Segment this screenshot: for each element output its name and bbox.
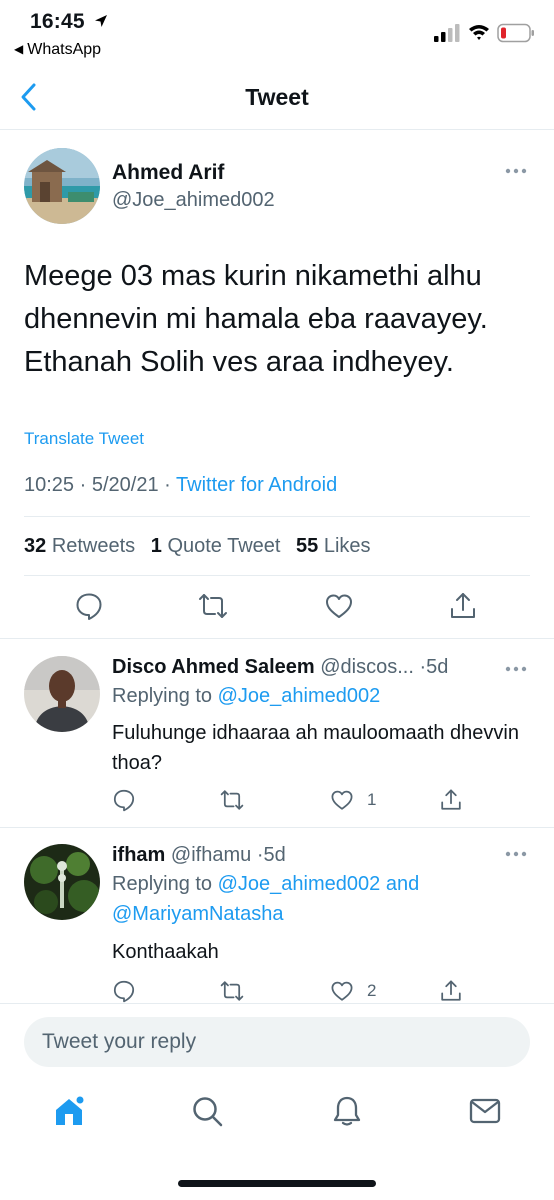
reply-bar — [0, 1003, 554, 1078]
retweet-icon[interactable] — [220, 788, 244, 812]
divider — [24, 516, 530, 517]
reply-icon[interactable] — [74, 591, 104, 621]
share-icon[interactable] — [439, 788, 463, 812]
author-name[interactable]: Ahmed Arif — [112, 161, 224, 185]
search-icon[interactable] — [190, 1094, 224, 1128]
author-handle[interactable]: @Joe_ahimed002 — [112, 189, 275, 212]
more-options-icon[interactable] — [505, 665, 527, 673]
replying-to-label: Replying to — [112, 873, 213, 895]
reply-icon[interactable] — [112, 979, 136, 1003]
home-indicator — [178, 1180, 376, 1187]
tweet-stats: 32 Retweets 1 Quote Tweet 55 Likes — [24, 535, 371, 558]
page-title: Tweet — [245, 84, 309, 110]
replying-to-line: Replying to @Joe_ahimed002 and — [112, 873, 419, 896]
replying-to-label: Replying to — [112, 685, 213, 707]
reply-author-name[interactable]: Disco Ahmed Saleem — [112, 656, 315, 678]
quotes-label: Quote Tweet — [167, 535, 281, 557]
avatar-plant-image — [24, 844, 100, 920]
reply-text: Fuluhunge idhaaraa ah mauloomaath dhevvi… — [112, 722, 519, 774]
replying-to-line: Replying to @Joe_ahimed002 — [112, 685, 380, 708]
reply-like-count: 2 — [367, 981, 377, 1000]
retweets-stat[interactable]: 32 Retweets — [24, 535, 135, 557]
back-to-app-link[interactable]: ◀ WhatsApp — [14, 41, 101, 59]
quotes-stat[interactable]: 1 Quote Tweet — [151, 535, 281, 557]
home-icon[interactable] — [52, 1094, 86, 1128]
bottom-tab-bar — [0, 1078, 554, 1148]
reply-author-handle[interactable]: @ifhamu — [171, 844, 251, 866]
more-options-icon[interactable] — [505, 167, 527, 175]
meta-separator: · — [164, 474, 171, 496]
replying-to-link[interactable]: @Joe_ahimed002 and — [218, 873, 420, 895]
reply-actions: 2 — [0, 979, 554, 1005]
likes-label: Likes — [323, 535, 371, 557]
status-time: 16:45 — [30, 10, 85, 33]
tweet-date: 5/20/21 — [91, 474, 159, 496]
avatar-beach-hut-image — [24, 148, 100, 224]
cellular-signal-icon — [434, 24, 460, 42]
wifi-icon — [469, 25, 489, 40]
heart-icon[interactable] — [330, 788, 354, 812]
reply-text: Konthaakah — [112, 941, 219, 963]
reply-age: 5d — [263, 844, 286, 866]
share-icon[interactable] — [448, 591, 478, 621]
tweet-time: 10:25 — [24, 474, 75, 496]
retweets-count: 32 — [24, 535, 47, 557]
replying-to-line-2: @MariyamNatasha — [112, 903, 283, 926]
tweet-meta: 10:25 · 5/20/21 · Twitter for Android — [24, 474, 337, 497]
reply-header: ifham @ifhamu ·5d — [112, 844, 492, 867]
meta-separator: · — [79, 474, 87, 496]
quotes-count: 1 — [150, 535, 162, 557]
likes-count: 55 — [296, 535, 319, 557]
tweet-reply-input[interactable] — [24, 1017, 530, 1067]
reply-header: Disco Ahmed Saleem @discos... ·5d — [112, 656, 492, 679]
retweet-icon[interactable] — [220, 979, 244, 1003]
reply-avatar[interactable] — [24, 656, 100, 732]
avatar-man-image — [24, 656, 100, 732]
back-app-label: WhatsApp — [27, 41, 102, 58]
reply-avatar[interactable] — [24, 844, 100, 920]
translate-tweet-link[interactable]: Translate Tweet — [24, 429, 144, 449]
mail-icon[interactable] — [468, 1094, 502, 1128]
reply-icon[interactable] — [112, 788, 136, 812]
tweet-source-link[interactable]: Twitter for Android — [176, 474, 337, 496]
more-options-icon[interactable] — [505, 850, 527, 858]
reply-like-count: 1 — [367, 790, 377, 809]
heart-icon[interactable] — [324, 591, 354, 621]
navigation-bar: Tweet — [0, 70, 554, 130]
tweet-text: Meege 03 mas kurin nikamethi alhu dhenne… — [24, 260, 488, 378]
retweets-label: Retweets — [51, 535, 136, 557]
replying-to-link-2[interactable]: @MariyamNatasha — [112, 903, 283, 925]
reply-age: 5d — [426, 656, 449, 678]
bell-icon[interactable] — [330, 1094, 364, 1128]
divider — [24, 575, 530, 576]
replying-to-handle: @Joe_ahimed002 — [217, 873, 381, 895]
likes-stat[interactable]: 55 Likes — [296, 535, 371, 557]
retweet-icon[interactable] — [198, 591, 228, 621]
reply-author-handle[interactable]: @discos... — [320, 656, 414, 678]
tweet-actions — [0, 591, 554, 625]
replying-to-and: and — [385, 873, 420, 895]
heart-icon[interactable] — [330, 979, 354, 1003]
status-bar: 16:45 ◀ WhatsApp — [0, 0, 554, 70]
battery-icon — [497, 23, 534, 43]
replying-to-link[interactable]: @Joe_ahimed002 — [218, 685, 381, 707]
reply-author-name[interactable]: ifham — [112, 844, 165, 866]
share-icon[interactable] — [439, 979, 463, 1003]
reply-tweet[interactable]: ifham @ifhamu ·5d Replying to @Joe_ahime… — [0, 828, 554, 1003]
author-avatar[interactable] — [24, 148, 100, 224]
reply-tweet[interactable]: Disco Ahmed Saleem @discos... ·5d Replyi… — [0, 639, 554, 827]
reply-actions: 1 — [0, 788, 554, 814]
location-arrow-icon — [95, 15, 107, 27]
back-triangle-icon: ◀ — [14, 42, 24, 56]
